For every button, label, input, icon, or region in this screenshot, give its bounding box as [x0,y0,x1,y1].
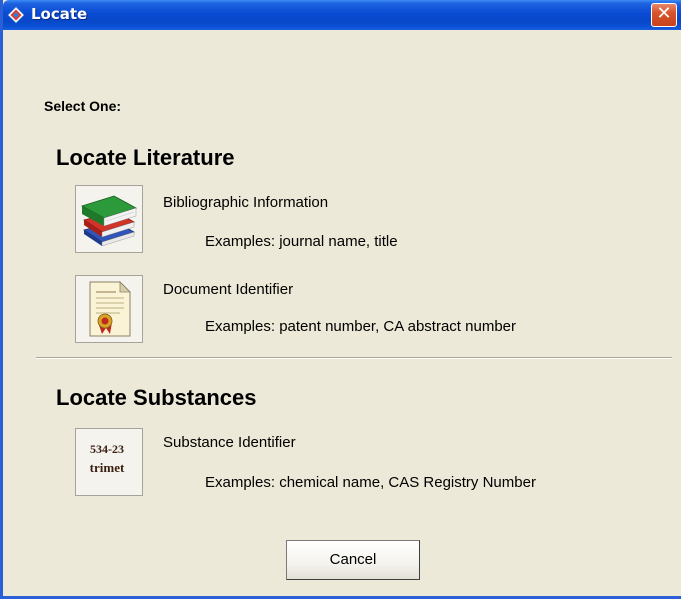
substance-id-icon: 534-23 trimet [76,429,142,495]
bibliographic-information-examples: Examples: journal name, title [205,233,398,250]
bibliographic-information-button[interactable] [75,185,143,253]
bibliographic-information-label[interactable]: Bibliographic Information [163,194,328,211]
close-button[interactable]: ✕ [651,3,677,27]
document-identifier-button[interactable] [75,275,143,343]
app-diamond-icon [7,6,25,24]
section-heading-literature: Locate Literature [56,145,235,170]
books-icon [80,195,138,247]
close-icon: ✕ [656,3,672,24]
substance-identifier-examples: Examples: chemical name, CAS Registry Nu… [205,474,536,491]
section-heading-substances: Locate Substances [56,385,257,410]
locate-dialog: Locate ✕ Select One: Locate Literature B… [0,0,681,599]
substance-icon-name: trimet [89,460,125,475]
certificate-document-icon [89,281,131,337]
document-identifier-label[interactable]: Document Identifier [163,281,293,298]
window-title: Locate [31,5,88,23]
section-divider [36,357,672,359]
select-one-label: Select One: [44,98,122,114]
document-identifier-examples: Examples: patent number, CA abstract num… [205,318,516,335]
title-bar[interactable]: Locate ✕ [3,0,681,30]
substance-icon-number: 534-23 [90,442,124,456]
substance-identifier-button[interactable]: 534-23 trimet [75,428,143,496]
substance-identifier-label[interactable]: Substance Identifier [163,434,296,451]
cancel-button[interactable]: Cancel [286,540,420,580]
